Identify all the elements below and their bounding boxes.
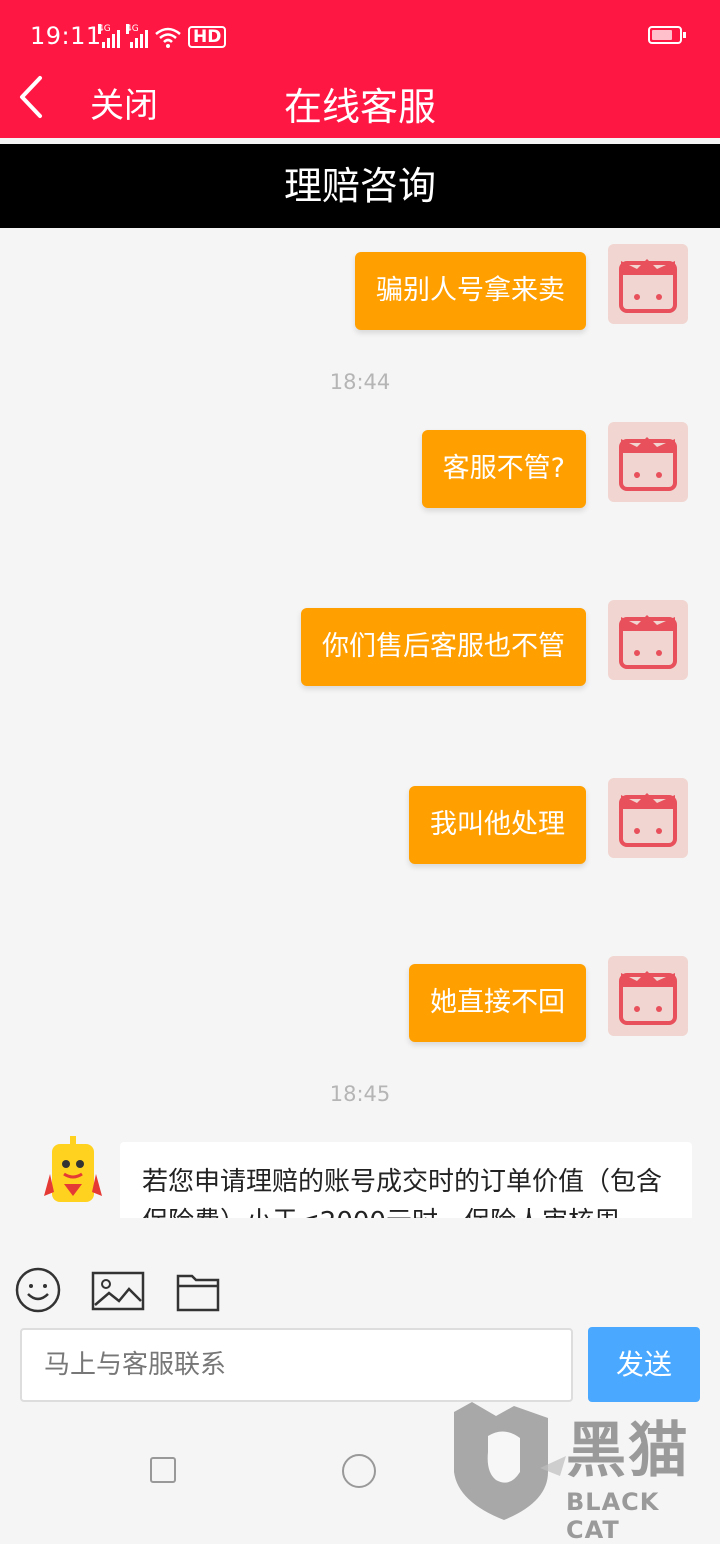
bot-message-bubble[interactable]: 若您申请理赔的账号成交时的订单价值（包含保险费）小于≤2000元时，保险人审核周 bbox=[120, 1142, 692, 1218]
chat-area[interactable]: 骗别人号拿来卖 18:44 客服不管? 你们售后客服也不管 我叫他处理 她直接不… bbox=[0, 228, 720, 1218]
message-row: 我叫他处理 bbox=[409, 778, 688, 864]
user-avatar bbox=[608, 956, 688, 1036]
message-input[interactable] bbox=[20, 1328, 573, 1402]
signal-icon: 4G bbox=[126, 24, 148, 48]
signal-icon: 4G bbox=[98, 24, 120, 48]
battery-icon bbox=[648, 26, 686, 44]
user-message-bubble[interactable]: 客服不管? bbox=[421, 430, 586, 508]
user-avatar bbox=[608, 422, 688, 502]
bot-avatar bbox=[44, 1136, 102, 1202]
message-row: 你们售后客服也不管 bbox=[301, 600, 688, 686]
watermark-subtitle: BLACK CAT bbox=[566, 1488, 660, 1544]
network-label: 4G bbox=[98, 24, 111, 34]
page-title: 在线客服 bbox=[283, 85, 436, 129]
status-icons: 4G 4G HD bbox=[98, 24, 227, 48]
cat-face-icon bbox=[619, 437, 677, 491]
user-avatar bbox=[608, 244, 688, 324]
app-header: 19:11 4G 4G HD 关闭 在线客服 bbox=[0, 0, 720, 138]
message-row: 骗别人号拿来卖 bbox=[355, 244, 688, 330]
recent-apps-button[interactable] bbox=[150, 1457, 176, 1483]
user-message-bubble[interactable]: 你们售后客服也不管 bbox=[301, 608, 586, 686]
wifi-icon bbox=[155, 27, 181, 48]
network-label: 4G bbox=[126, 24, 139, 34]
user-avatar bbox=[608, 778, 688, 858]
folder-icon[interactable] bbox=[176, 1270, 220, 1312]
image-icon[interactable] bbox=[91, 1271, 145, 1311]
status-time: 19:11 bbox=[30, 22, 102, 50]
watermark-title: 黑猫 bbox=[566, 1416, 690, 1486]
timestamp: 18:44 bbox=[329, 370, 391, 394]
timestamp: 18:45 bbox=[329, 1082, 391, 1106]
message-row: 她直接不回 bbox=[409, 956, 688, 1042]
hd-label: HD bbox=[188, 26, 227, 48]
user-message-bubble[interactable]: 她直接不回 bbox=[409, 964, 586, 1042]
cat-face-icon bbox=[619, 971, 677, 1025]
send-button[interactable]: 发送 bbox=[588, 1327, 700, 1402]
message-row: 客服不管? bbox=[421, 422, 688, 508]
user-message-bubble[interactable]: 我叫他处理 bbox=[409, 786, 586, 864]
user-avatar bbox=[608, 600, 688, 680]
subheader-title: 理赔咨询 bbox=[0, 144, 720, 228]
smiley-icon[interactable] bbox=[14, 1266, 62, 1314]
cat-face-icon bbox=[619, 793, 677, 847]
user-message-bubble[interactable]: 骗别人号拿来卖 bbox=[355, 252, 586, 330]
cat-face-icon bbox=[619, 259, 677, 313]
home-button[interactable] bbox=[342, 1454, 376, 1488]
cat-face-icon bbox=[619, 615, 677, 669]
